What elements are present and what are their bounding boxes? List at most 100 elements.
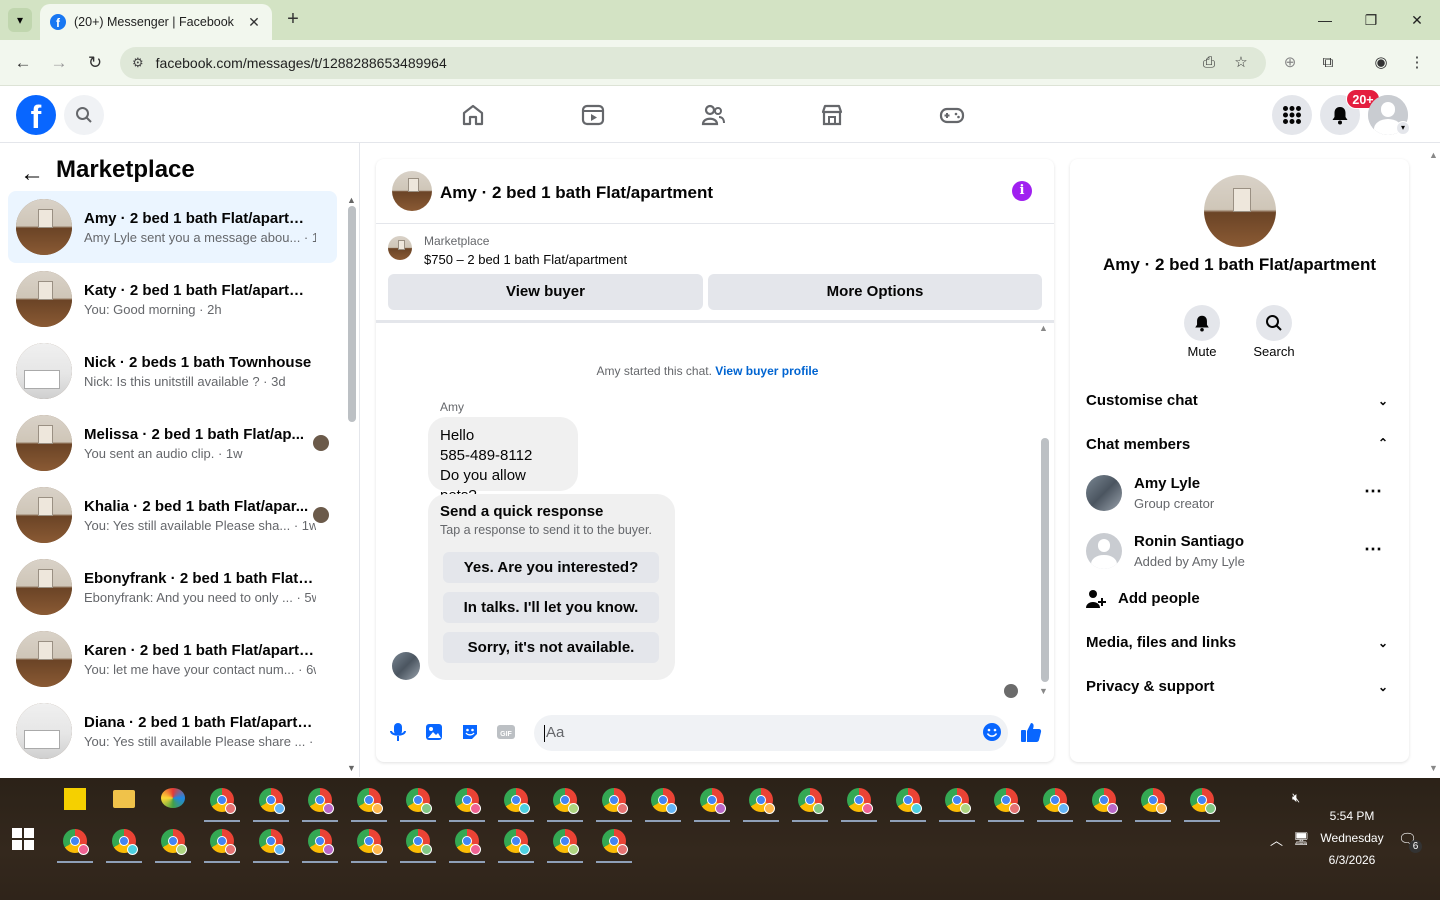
home-nav[interactable] [457,99,489,131]
restore-button[interactable]: ❐ [1357,8,1385,32]
conversation-item[interactable]: Ebonyfrank · 2 bed 1 bath Flat/a... Ebony… [8,551,337,623]
windows-start-button[interactable] [12,828,34,850]
forward-button[interactable]: → [46,50,72,76]
view-buyer-profile-link[interactable]: View buyer profile [715,364,818,378]
member-avatar[interactable] [1086,475,1122,511]
scroll-down-arrow[interactable]: ▼ [347,763,356,773]
chrome-taskbar-icon[interactable] [308,788,334,814]
chat-scrollbar[interactable] [1041,438,1049,682]
sticker-button[interactable] [459,721,481,743]
chrome-taskbar-icon[interactable] [455,829,481,855]
video-nav[interactable] [577,99,609,131]
translate-icon[interactable]: ⊕ [1279,52,1301,74]
extensions-icon[interactable]: ⧉ [1317,52,1339,74]
chrome-taskbar-icon[interactable] [994,788,1020,814]
chrome-taskbar-icon[interactable] [700,788,726,814]
quick-response-option[interactable]: In talks. I'll let you know. [443,592,659,623]
account-chevron-down-icon[interactable]: ▾ [1396,121,1410,135]
chrome-taskbar-icon[interactable] [1141,788,1167,814]
like-button[interactable] [1020,721,1042,743]
chevron-up-icon[interactable]: ⌃ [1378,436,1388,450]
chrome-taskbar-icon[interactable] [1043,788,1069,814]
profile-icon[interactable]: ◉ [1370,52,1392,74]
add-person-icon[interactable] [1086,589,1106,614]
mute-button[interactable] [1184,305,1220,341]
new-tab-button[interactable]: + [282,8,304,30]
chrome-taskbar-icon[interactable] [308,829,334,855]
chrome-taskbar-icon[interactable] [357,788,383,814]
facebook-search-button[interactable] [64,95,104,135]
tab-search-button[interactable]: ▾ [8,8,32,32]
add-people-button[interactable]: Add people [1118,590,1200,607]
conversation-item[interactable]: Nick · 2 beds 1 bath Townhouse Nick: Is t… [8,335,337,407]
conversation-item[interactable]: Amy · 2 bed 1 bath Flat/apartment Amy Lyl… [8,191,337,263]
attach-photo-button[interactable] [423,721,445,743]
gif-button[interactable]: GIF [495,721,517,743]
message-bubble[interactable]: Hello 585-489-8112 Do you allow pets? [428,417,578,504]
chrome-taskbar-icon[interactable] [1092,788,1118,814]
chrome-taskbar-icon[interactable] [259,788,285,814]
friends-nav[interactable] [697,99,729,131]
page-scroll-up-arrow[interactable]: ▲ [1429,150,1438,160]
chrome-taskbar-icon[interactable] [847,788,873,814]
marketplace-nav[interactable] [816,99,848,131]
chrome-taskbar-icon[interactable] [651,788,677,814]
gaming-nav[interactable] [936,99,968,131]
chevron-down-icon[interactable]: ⌄ [1378,636,1388,650]
chrome-taskbar-icon[interactable] [112,829,138,855]
privacy-support-section[interactable]: Privacy & support [1086,678,1214,695]
tab-close-icon[interactable]: ✕ [246,14,262,31]
chat-title[interactable]: Amy · 2 bed 1 bath Flat/apartment [440,183,713,203]
chevron-down-icon[interactable]: ⌄ [1378,394,1388,408]
menu-button[interactable] [1272,95,1312,135]
conversation-item[interactable]: Khalia · 2 bed 1 bath Flat/apar... You: Y… [8,479,337,551]
sticky-notes-icon[interactable] [64,788,86,810]
reload-button[interactable]: ↻ [82,50,108,76]
back-button[interactable]: ← [10,50,36,76]
chrome-taskbar-icon[interactable] [896,788,922,814]
chrome-taskbar-icon[interactable] [210,788,236,814]
speaker-muted-icon[interactable]: 🔇︎ [1292,790,1300,806]
conversation-list-scrollbar[interactable] [348,206,356,422]
conversation-item[interactable]: Melissa · 2 bed 1 bath Flat/ap... You sen… [8,407,337,479]
chrome-taskbar-icon[interactable] [357,829,383,855]
clock-date[interactable]: 6/3/2026 [1316,853,1388,867]
chrome-taskbar-icon[interactable] [259,829,285,855]
conversation-item[interactable]: Diana · 2 bed 1 bath Flat/apartm... You: … [8,695,337,767]
show-hidden-icons-chevron-up-icon[interactable]: ︿ [1270,830,1283,849]
member-more-options-icon[interactable]: ⋯ [1364,481,1383,502]
chat-avatar[interactable] [392,171,432,211]
site-info-icon[interactable]: ⚙ [132,55,144,71]
install-app-icon[interactable]: ⎙ [1198,52,1220,74]
info-icon[interactable]: i [1012,181,1032,201]
chrome-taskbar-icon[interactable] [63,829,89,855]
clock-day[interactable]: Wednesday [1314,831,1390,845]
bookmark-star-icon[interactable]: ☆ [1230,52,1252,74]
search-in-chat-button[interactable] [1256,305,1292,341]
member-name[interactable]: Amy Lyle [1134,475,1200,492]
page-scroll-down-arrow[interactable]: ▼ [1429,763,1438,773]
chrome-taskbar-icon[interactable] [406,829,432,855]
conversation-item[interactable]: Karen · 2 bed 1 bath Flat/apartm... You: … [8,623,337,695]
member-more-options-icon[interactable]: ⋯ [1364,539,1383,560]
facebook-logo[interactable]: f [16,95,56,135]
quick-response-option[interactable]: Yes. Are you interested? [443,552,659,583]
file-explorer-icon[interactable] [113,790,135,808]
chrome-taskbar-icon[interactable] [504,829,530,855]
browser-menu-icon[interactable]: ⋮ [1406,52,1428,74]
conversation-item[interactable]: Katy · 2 bed 1 bath Flat/apartment You: G… [8,263,337,335]
view-buyer-button[interactable]: View buyer [388,274,703,310]
media-files-links-section[interactable]: Media, files and links [1086,634,1236,651]
chevron-down-icon[interactable]: ⌄ [1378,680,1388,694]
close-window-button[interactable]: ✕ [1403,8,1431,32]
chat-scroll-down-arrow[interactable]: ▼ [1039,686,1048,696]
chrome-taskbar-icon[interactable] [161,829,187,855]
quick-response-option[interactable]: Sorry, it's not available. [443,632,659,663]
chrome-taskbar-icon[interactable] [945,788,971,814]
chrome-taskbar-icon[interactable] [455,788,481,814]
voice-clip-button[interactable] [387,721,409,743]
scroll-up-arrow[interactable]: ▲ [347,195,356,205]
back-arrow-icon[interactable]: ← [20,160,44,188]
network-icon[interactable]: 🖥︎ [1293,831,1310,847]
customise-chat-section[interactable]: Customise chat [1086,392,1198,409]
